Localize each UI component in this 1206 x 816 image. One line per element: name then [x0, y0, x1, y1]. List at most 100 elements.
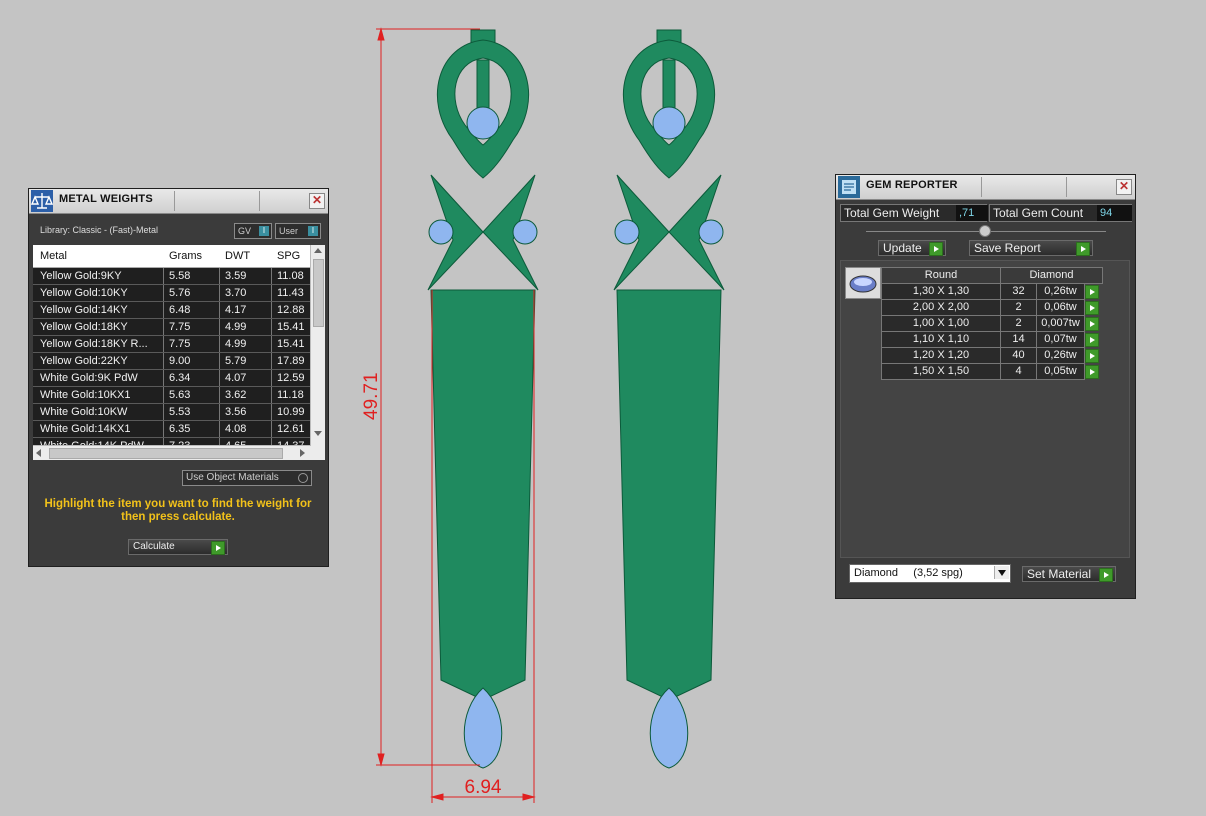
- column-divider: [163, 404, 164, 420]
- radio-icon[interactable]: [298, 473, 308, 483]
- dwt-cell: 3.70: [225, 287, 247, 299]
- gem-row-play-icon[interactable]: [1085, 349, 1099, 363]
- close-icon[interactable]: ✕: [309, 193, 325, 209]
- column-header-metal[interactable]: Metal: [40, 250, 67, 262]
- scale-icon: [31, 190, 53, 212]
- metal-weights-panel: METAL WEIGHTS ✕ Library: Classic - (Fast…: [28, 188, 329, 567]
- gem-count-cell[interactable]: 40: [1000, 347, 1037, 364]
- height-value: 49.71: [361, 372, 382, 420]
- horizontal-scrollbar[interactable]: [33, 445, 311, 460]
- gem-weight-cell[interactable]: 0,05tw: [1036, 363, 1085, 380]
- scroll-right-icon[interactable]: [300, 449, 305, 457]
- table-row[interactable]: Yellow Gold:22KY 9.00 5.79 17.89: [33, 353, 325, 370]
- chevron-down-icon[interactable]: [994, 566, 1009, 579]
- table-row[interactable]: White Gold:9K PdW 6.34 4.07 12.59: [33, 370, 325, 387]
- table-row[interactable]: Yellow Gold:18KY 7.75 4.99 15.41: [33, 319, 325, 336]
- table-row[interactable]: Yellow Gold:18KY R... 7.75 4.99 15.41: [33, 336, 325, 353]
- gv-toggle[interactable]: GV I: [234, 223, 272, 239]
- material-select[interactable]: Diamond (3,52 spg): [849, 564, 1011, 583]
- calculate-button[interactable]: Calculate: [128, 539, 228, 555]
- gem-shape-thumbnail[interactable]: [845, 267, 881, 299]
- table-row[interactable]: White Gold:10KX1 5.63 3.62 11.18: [33, 387, 325, 404]
- metal-table: Metal Grams DWT SPG Yellow Gold:9KY 5.58 3…: [33, 245, 325, 460]
- earring-model-right[interactable]: [613, 29, 725, 769]
- grams-cell: 5.76: [169, 287, 191, 299]
- dwt-cell: 5.79: [225, 355, 247, 367]
- close-icon[interactable]: ✕: [1116, 179, 1132, 195]
- metal-weights-titlebar[interactable]: METAL WEIGHTS ✕: [29, 189, 328, 214]
- vertical-scrollbar[interactable]: [310, 245, 325, 460]
- column-header-spg[interactable]: SPG: [277, 250, 300, 262]
- gem-size-cell[interactable]: 2,00 X 2,00: [881, 299, 1001, 316]
- gem-material-header: Diamond: [1000, 267, 1103, 284]
- gem-size-cell[interactable]: 1,50 X 1,50: [881, 363, 1001, 380]
- metal-cell: Yellow Gold:14KY: [40, 304, 128, 316]
- gem-size-cell[interactable]: 1,30 X 1,30: [881, 283, 1001, 300]
- viewport-canvas[interactable]: 49.71 6.94: [340, 0, 820, 816]
- scroll-up-icon[interactable]: [314, 248, 322, 253]
- user-toggle[interactable]: User I: [275, 223, 321, 239]
- gem-weight-cell[interactable]: 0,007tw: [1036, 315, 1085, 332]
- metal-cell: Yellow Gold:18KY: [40, 321, 128, 333]
- use-object-materials-toggle[interactable]: Use Object Materials: [182, 470, 312, 486]
- dwt-cell: 4.99: [225, 321, 247, 333]
- table-row[interactable]: Yellow Gold:9KY 5.58 3.59 11.08: [33, 268, 325, 285]
- spg-cell: 12.59: [277, 372, 305, 384]
- gem-weight-cell[interactable]: 0,26tw: [1036, 347, 1085, 364]
- gem-row-play-icon[interactable]: [1085, 365, 1099, 379]
- save-report-button[interactable]: Save Report: [969, 240, 1093, 256]
- metal-table-body: Yellow Gold:9KY 5.58 3.59 11.08 Yellow Gold:…: [33, 268, 325, 455]
- spg-cell: 11.43: [277, 287, 304, 299]
- column-divider: [271, 421, 272, 437]
- gem-size-cell[interactable]: 1,10 X 1,10: [881, 331, 1001, 348]
- scroll-down-icon[interactable]: [314, 431, 322, 436]
- gem-row-play-icon[interactable]: [1085, 317, 1099, 331]
- set-material-button[interactable]: Set Material: [1022, 566, 1116, 582]
- gem-row-play-icon[interactable]: [1085, 333, 1099, 347]
- update-button[interactable]: Update: [878, 240, 946, 256]
- column-divider: [271, 404, 272, 420]
- gem-weight-cell[interactable]: 0,06tw: [1036, 299, 1085, 316]
- table-row[interactable]: Yellow Gold:10KY 5.76 3.70 11.43: [33, 285, 325, 302]
- column-divider: [219, 268, 220, 284]
- column-divider: [219, 387, 220, 403]
- instruction-text: Highlight the item you want to find the …: [44, 498, 312, 523]
- gem-row-play-icon[interactable]: [1085, 285, 1099, 299]
- material-select-value: Diamond (3,52 spg): [854, 567, 963, 579]
- column-divider: [271, 353, 272, 369]
- scroll-left-icon[interactable]: [36, 449, 41, 457]
- gem-size-cell[interactable]: 1,00 X 1,00: [881, 315, 1001, 332]
- user-label: User: [279, 226, 299, 236]
- column-header-grams[interactable]: Grams: [169, 250, 202, 262]
- gem-row-play-icon[interactable]: [1085, 301, 1099, 315]
- gem-count-cell[interactable]: 4: [1000, 363, 1037, 380]
- splitter-knob-icon[interactable]: [979, 225, 991, 237]
- column-header-dwt[interactable]: DWT: [225, 250, 250, 262]
- column-divider: [163, 370, 164, 386]
- scroll-thumb[interactable]: [313, 259, 324, 327]
- table-row[interactable]: Yellow Gold:14KY 6.48 4.17 12.88: [33, 302, 325, 319]
- grams-cell: 7.75: [169, 321, 191, 333]
- gem-count-cell[interactable]: 32: [1000, 283, 1037, 300]
- scroll-thumb-horizontal[interactable]: [49, 448, 283, 459]
- earring-model-left[interactable]: [427, 29, 539, 769]
- column-divider: [163, 421, 164, 437]
- column-divider: [219, 302, 220, 318]
- column-divider: [219, 336, 220, 352]
- gem-count-cell[interactable]: 2: [1000, 299, 1037, 316]
- column-divider: [163, 268, 164, 284]
- library-label: Library: Classic - (Fast)-Metal: [40, 225, 159, 235]
- gem-report-icon: [838, 176, 860, 198]
- gv-label: GV: [238, 226, 252, 236]
- gem-count-cell[interactable]: 2: [1000, 315, 1037, 332]
- gem-weight-cell[interactable]: 0,07tw: [1036, 331, 1085, 348]
- gem-weight-cell[interactable]: 0,26tw: [1036, 283, 1085, 300]
- gem-count-cell[interactable]: 14: [1000, 331, 1037, 348]
- dwt-cell: 3.59: [225, 270, 247, 282]
- gem-size-cell[interactable]: 1,20 X 1,20: [881, 347, 1001, 364]
- gem-reporter-titlebar[interactable]: GEM REPORTER ✕: [836, 175, 1135, 200]
- table-row[interactable]: White Gold:14KX1 6.35 4.08 12.61: [33, 421, 325, 438]
- column-divider: [219, 353, 220, 369]
- table-row[interactable]: White Gold:10KW 5.53 3.56 10.99: [33, 404, 325, 421]
- total-gem-count-value: 94: [1097, 205, 1132, 221]
